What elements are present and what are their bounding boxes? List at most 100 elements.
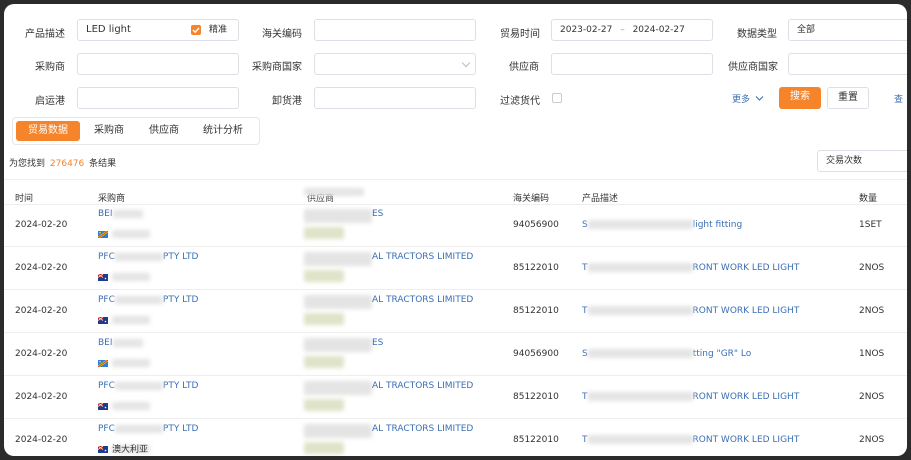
row-hs-code: 85122010 [513,306,559,316]
product-desc-link[interactable]: T RONT WORK LED LIGHT [582,263,799,273]
dest-port-input[interactable] [314,87,476,109]
table-row[interactable]: 2024-02-20 PFC PTY LTD 澳大利亚 AL TRACTORS LIMI… [4,418,907,456]
supplier-name-end: ES [372,209,384,219]
supplier-name-end: AL TRACTORS LIMITED [372,424,474,434]
table-row[interactable]: 2024-02-20 PFC PTY LTD AL TRACTORS LIMITED 8… [4,289,907,333]
buyer-name-start: PFC [98,381,115,391]
row-hs-code: 94056900 [513,349,559,359]
query-link[interactable]: 查 [894,92,903,105]
country-flag-icon [97,402,108,410]
row-hs-code: 94056900 [513,220,559,230]
supplier-link[interactable]: AL TRACTORS LIMITED [372,295,473,305]
buyer-country: 澳大利亚 [112,445,149,455]
buyer-input[interactable] [77,53,239,75]
supplier-link[interactable]: ES [372,338,383,348]
reset-button[interactable]: 重置 [827,87,869,109]
desc-end: RONT WORK LED LIGHT [692,392,800,402]
supplier-input[interactable] [551,53,713,75]
product-desc-link[interactable]: T RONT WORK LED LIGHT [582,306,799,316]
buyer-name-end: PTY LTD [162,252,199,262]
desc-end: light fitting [692,220,743,230]
product-desc-value: LED light [86,24,131,35]
product-desc-link[interactable]: Stting "GR" Lo [582,349,751,359]
buyer-name-end: PTY LTD [162,381,199,391]
product-desc-link[interactable]: T RONT WORK LED LIGHT [582,435,799,445]
tab-buyers[interactable]: 采购商 [83,121,135,141]
supplier-link[interactable]: AL TRACTORS LIMITED [372,381,473,391]
date-separator: – [620,25,625,35]
buyer-link[interactable]: PFC PTY LTD [98,424,198,434]
exact-checkbox[interactable] [191,25,201,35]
product-desc-input[interactable]: LED light 精准 [77,19,239,41]
supplier-link[interactable]: ES [372,209,383,219]
desc-end: tting "GR" Lo [692,349,752,359]
dest-port-label: 卸货港 [272,96,302,107]
supplier-link[interactable]: AL TRACTORS LIMITED [372,424,473,434]
tab-suppliers[interactable]: 供应商 [138,121,190,141]
table-row[interactable]: 2024-02-20 BEI ES 94056900 Stting "GR" Lo 1NO… [4,332,907,376]
buyer-name-start: BEI [98,209,113,219]
more-link[interactable]: 更多 [732,92,764,105]
product-desc-label: 产品描述 [25,29,65,40]
result-prefix: 为您找到 [9,159,46,169]
row-date: 2024-02-20 [15,392,68,402]
row-date: 2024-02-20 [15,349,68,359]
exact-label: 精准 [209,25,228,35]
row-quantity: 2NOS [859,263,885,273]
country-flag-icon [97,273,108,281]
sort-value: 交易次数 [826,156,863,166]
filter-forwarder-checkbox[interactable] [552,93,562,103]
buyer-link[interactable]: BEI [98,338,143,348]
row-hs-code: 85122010 [513,435,559,445]
desc-end: RONT WORK LED LIGHT [692,435,800,445]
row-quantity: 1NOS [859,349,885,359]
buyer-link[interactable]: PFC PTY LTD [98,381,198,391]
desc-end: RONT WORK LED LIGHT [692,263,800,273]
data-type-select[interactable]: 全部 [788,19,907,41]
row-quantity: 1SET [859,220,882,230]
hs-code-input[interactable] [314,19,476,41]
buyer-link[interactable]: BEI [98,209,143,219]
product-desc-link[interactable]: Slight fitting [582,220,742,230]
buyer-link[interactable]: PFC PTY LTD [98,295,198,305]
buyer-name-start: BEI [98,338,113,348]
sort-select[interactable]: 交易次数 [817,150,907,172]
product-desc-link[interactable]: T RONT WORK LED LIGHT [582,392,799,402]
tab-statistics[interactable]: 统计分析 [193,121,253,141]
trade-time-label: 贸易时间 [500,29,540,40]
buyer-country-select[interactable] [314,53,476,75]
buyer-name-start: PFC [98,252,115,262]
supplier-country-select[interactable] [788,53,907,75]
country-flag-icon [97,445,108,453]
date-start: 2023-02-27 [560,25,613,35]
row-quantity: 2NOS [859,435,885,445]
row-date: 2024-02-20 [15,435,68,445]
supplier-name-end: AL TRACTORS LIMITED [372,295,474,305]
supplier-link[interactable]: AL TRACTORS LIMITED [372,252,473,262]
table-row[interactable]: 2024-02-20 PFC PTY LTD AL TRACTORS LIMITED 8… [4,375,907,419]
result-suffix: 条结果 [89,159,117,169]
data-type-value: 全部 [797,25,816,35]
buyer-name-start: PFC [98,424,115,434]
origin-port-input[interactable] [77,87,239,109]
hs-code-label: 海关编码 [262,29,302,40]
buyer-link[interactable]: PFC PTY LTD [98,252,198,262]
search-button[interactable]: 搜索 [779,87,821,109]
supplier-country-label: 供应商国家 [728,62,778,73]
date-range-picker[interactable]: 2023-02-27 – 2024-02-27 [551,19,713,41]
chevron-down-icon [461,58,471,68]
row-quantity: 2NOS [859,306,885,316]
row-date: 2024-02-20 [15,220,68,230]
row-hs-code: 85122010 [513,392,559,402]
table-row[interactable]: 2024-02-20 PFC PTY LTD AL TRACTORS LIMITED 8… [4,246,907,290]
table-header [4,179,907,205]
chevron-down-icon [755,96,764,101]
desc-end: RONT WORK LED LIGHT [692,306,800,316]
row-date: 2024-02-20 [15,306,68,316]
tab-trade-data[interactable]: 贸易数据 [16,121,80,141]
result-number: 276476 [49,159,85,169]
country-flag-icon [97,316,108,324]
buyer-name-start: PFC [98,295,115,305]
table-row[interactable]: 2024-02-20 BEI ES 94056900 Slight fitting 1SE… [4,203,907,247]
result-tabs: 贸易数据 采购商 供应商 统计分析 [12,117,260,145]
